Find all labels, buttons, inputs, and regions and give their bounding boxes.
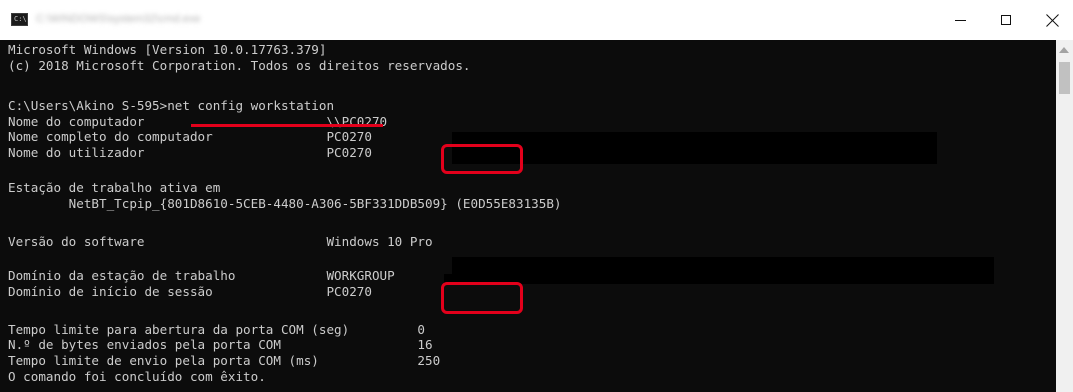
minimize-button[interactable]: [937, 0, 983, 40]
console-line: Nome do utilizador PC0270: [8, 145, 372, 160]
highlight-username: [441, 144, 523, 174]
highlight-logon-domain: [441, 282, 523, 314]
minimize-icon: [954, 19, 966, 21]
console-line: Tempo limite para abertura da porta COM …: [8, 322, 426, 337]
console-line: NetBT_Tcpip_{801D8610-5CEB-4480-A306-5BF…: [8, 196, 562, 211]
redaction-block: [452, 132, 937, 164]
close-icon: [1046, 14, 1059, 27]
console-line: Tempo limite de envio pela porta COM (ms…: [8, 353, 441, 368]
console-line: N.º de bytes enviados pela porta COM 16: [8, 337, 433, 352]
console-line: Nome completo do computador PC0270: [8, 129, 372, 144]
cmd-icon-text: C:\: [14, 15, 27, 23]
title-bar[interactable]: C:\ C:\WINDOWS\system32\cmd.exe: [0, 0, 1073, 40]
console-line: Estação de trabalho ativa em: [8, 180, 221, 195]
command-underline: [191, 124, 383, 127]
console-line: O comando foi concluído com êxito.: [8, 369, 266, 384]
scroll-thumb[interactable]: [1059, 62, 1070, 94]
window-title: C:\WINDOWS\system32\cmd.exe: [36, 13, 201, 25]
console-line: C:\Users\Akino S-595>net config workstat…: [8, 98, 335, 113]
console-line: Microsoft Windows [Version 10.0.17763.37…: [8, 42, 327, 57]
cmd-icon[interactable]: C:\: [11, 13, 28, 26]
console-output[interactable]: Microsoft Windows [Version 10.0.17763.37…: [0, 40, 1056, 392]
maximize-icon: [1001, 15, 1011, 25]
console-line: Nome do computador \\PC0270: [8, 114, 388, 129]
maximize-button[interactable]: [983, 0, 1029, 40]
console-line: Versão do software Windows 10 Pro: [8, 234, 433, 249]
console-line: (c) 2018 Microsoft Corporation. Todos os…: [8, 58, 471, 73]
vertical-scrollbar[interactable]: [1056, 40, 1073, 392]
console-line: Domínio de início de sessão PC0270: [8, 284, 372, 299]
close-button[interactable]: [1029, 0, 1073, 40]
console-line: Domínio da estação de trabalho WORKGROUP: [8, 268, 395, 283]
scroll-up-icon[interactable]: [1059, 47, 1069, 53]
